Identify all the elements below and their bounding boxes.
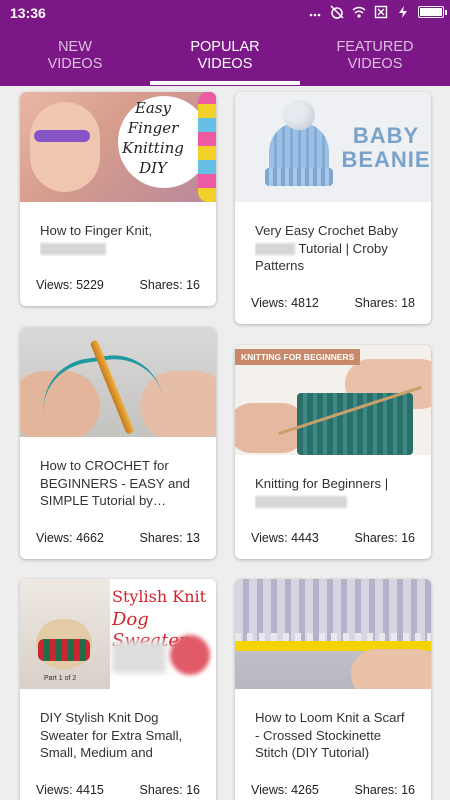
blurred-image [112,641,166,673]
thumbnail-text: Stylish Knit [112,587,207,606]
video-thumbnail[interactable]: BABY BEANIE [235,92,431,202]
hand-image [30,102,100,192]
video-title[interactable]: How to Finger Knit, [40,222,196,276]
video-title-text: DIY Stylish Knit Dog Sweater for Extra S… [40,710,183,765]
shares-count: Shares: 13 [139,531,200,545]
blurred-text [255,243,295,256]
tab-popular-videos[interactable]: POPULAR VIDEOS [150,26,300,86]
video-thumbnail[interactable] [235,579,431,689]
video-card[interactable]: Part 1 of 2 Stylish Knit Dog Sweater DIY… [20,579,216,800]
blurred-text [255,496,347,509]
video-card[interactable]: How to CROCHET for BEGINNERS - EASY and … [20,327,216,559]
views-count: Views: 4662 [36,531,104,545]
yarn-image [34,130,90,142]
video-thumbnail[interactable]: Part 1 of 2 Stylish Knit Dog Sweater [20,579,216,689]
knitting-image [297,393,413,455]
video-title[interactable]: Knitting for Beginners | [255,475,411,529]
views-count: Views: 4265 [251,783,319,797]
thumbnail-text: Easy Finger Knitting DIY [122,99,184,177]
views-count: Views: 5229 [36,278,104,292]
video-grid[interactable]: Easy Finger Knitting DIY How to Finger K… [0,86,450,800]
sweater-image [38,639,90,661]
tab-label: VIDEOS [197,56,253,72]
video-thumbnail[interactable] [20,327,216,437]
tab-bar: NEW VIDEOS POPULAR VIDEOS FEATURED VIDEO… [0,26,450,86]
status-bar: 13:36 [0,0,450,26]
charging-icon [399,6,407,18]
video-thumbnail[interactable]: Easy Finger Knitting DIY [20,92,216,202]
video-card[interactable]: BABY BEANIE Very Easy Crochet Baby Tutor… [235,92,431,324]
battery-icon [418,6,447,18]
video-title-text: How to Loom Knit a Scarf - Crossed Stock… [255,710,405,760]
shares-count: Shares: 16 [354,783,415,797]
notification-dots-icon [309,13,321,17]
video-title[interactable]: How to CROCHET for BEGINNERS - EASY and … [40,457,196,513]
video-card[interactable]: Easy Finger Knitting DIY How to Finger K… [20,92,216,306]
video-title-text: Knitting for Beginners | [255,476,389,491]
views-count: Views: 4812 [251,296,319,310]
tab-label: POPULAR [190,39,260,55]
pompom-image [283,100,315,130]
video-stats: Views: 4662 Shares: 13 [36,531,200,545]
shares-count: Shares: 18 [354,296,415,310]
views-count: Views: 4415 [36,783,104,797]
video-title[interactable]: Very Easy Crochet Baby Tutorial | Croby … [255,222,411,278]
hand-image [351,649,431,689]
close-box-icon [374,5,388,19]
tab-new-videos[interactable]: NEW VIDEOS [0,26,150,86]
tab-label: FEATURED [336,39,414,55]
video-title-text: How to Finger Knit, [40,223,153,238]
tab-featured-videos[interactable]: FEATURED VIDEOS [300,26,450,86]
braid-image [198,92,216,202]
video-stats: Views: 4415 Shares: 16 [36,783,200,797]
video-title[interactable]: DIY Stylish Knit Dog Sweater for Extra S… [40,709,196,765]
alarm-off-icon [330,5,344,19]
status-time: 13:36 [10,5,46,21]
beanie-brim-image [265,168,333,186]
tab-label: NEW [58,39,92,55]
video-title-text: Very Easy Crochet Baby [255,223,398,238]
heart-logo-icon [170,635,210,675]
thumbnail-caption: Part 1 of 2 [44,675,77,682]
status-icons [308,5,447,19]
video-title-text: How to CROCHET for BEGINNERS - EASY and … [40,458,191,508]
video-stats: Views: 4812 Shares: 18 [251,296,415,310]
video-thumbnail[interactable]: KNITTING FOR BEGINNERS [235,345,431,455]
tab-label: VIDEOS [347,56,403,72]
video-stats: Views: 4443 Shares: 16 [251,531,415,545]
wifi-icon [352,6,366,18]
shares-count: Shares: 16 [139,783,200,797]
video-card[interactable]: How to Loom Knit a Scarf - Crossed Stock… [235,579,431,800]
thumbnail-label: KNITTING FOR BEGINNERS [235,349,361,365]
video-card[interactable]: KNITTING FOR BEGINNERS Knitting for Begi… [235,345,431,559]
shares-count: Shares: 16 [139,278,200,292]
tab-label: VIDEOS [47,56,103,72]
video-stats: Views: 5229 Shares: 16 [36,278,200,292]
video-title[interactable]: How to Loom Knit a Scarf - Crossed Stock… [255,709,411,765]
blurred-text [40,243,106,256]
video-stats: Views: 4265 Shares: 16 [251,783,415,797]
thumbnail-text: BABY BEANIE [341,123,431,172]
views-count: Views: 4443 [251,531,319,545]
shares-count: Shares: 16 [354,531,415,545]
tab-indicator [150,81,300,85]
